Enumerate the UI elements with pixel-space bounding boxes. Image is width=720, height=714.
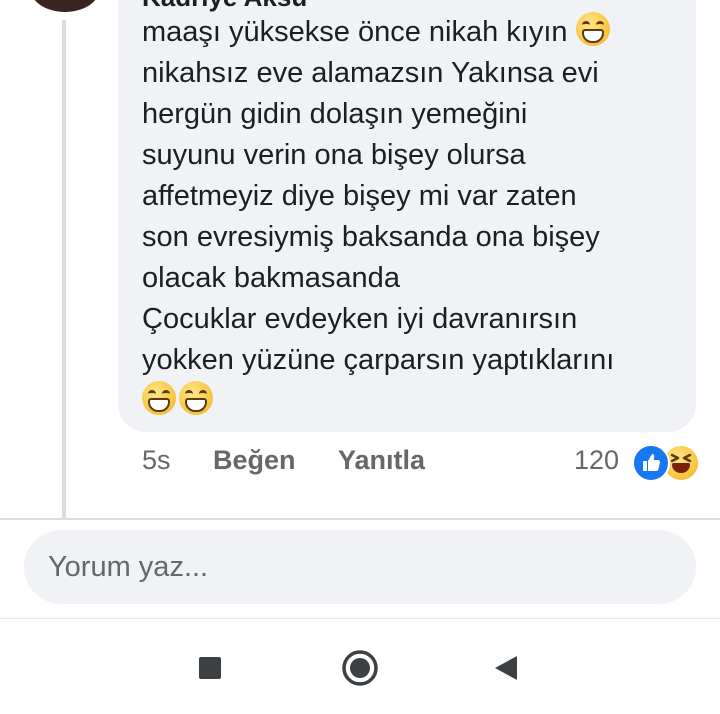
grinning-face-emoji-icon: [575, 12, 610, 46]
comment-screen: Kadriye Aksu maaşı yüksekse önce nikah k…: [0, 0, 720, 714]
comment-line: Çocuklar evdeyken iyi davranırsın: [142, 303, 578, 335]
comment-line: olacak bakmasanda: [142, 262, 400, 294]
comment-line: affetmeyiz diye bişey mi var zaten: [142, 180, 577, 212]
grinning-face-emoji-icon: [142, 381, 176, 415]
home-circle-icon[interactable]: [337, 645, 383, 691]
like-button[interactable]: Beğen: [213, 445, 296, 476]
like-reaction-icon[interactable]: [632, 444, 670, 482]
comment-line: yokken yüzüne çarparsın yaptıklarını: [142, 344, 615, 376]
comment-line: nikahsız eve alamazsın Yakınsa evi: [142, 57, 599, 89]
divider: [0, 518, 720, 520]
comment-input[interactable]: [24, 530, 696, 604]
comment-timestamp[interactable]: 5s: [142, 445, 171, 476]
recents-square-icon[interactable]: [187, 645, 233, 691]
grinning-face-emoji-icon: [179, 381, 213, 415]
comment-text: maaşı yüksekse önce nikah kıyın nikahsız…: [142, 12, 682, 422]
thread-line: [62, 20, 66, 518]
comment-line: maaşı yüksekse önce nikah kıyın: [142, 16, 568, 48]
comment-line: hergün gidin dolaşın yemeğini: [142, 98, 528, 130]
comment-line: son evresiymiş baksanda ona bişey: [142, 221, 600, 253]
back-triangle-icon[interactable]: [483, 645, 529, 691]
reply-button[interactable]: Yanıtla: [338, 445, 425, 476]
avatar[interactable]: [30, 0, 100, 12]
comment-line: suyunu verin ona bişey olursa: [142, 139, 526, 171]
system-nav-bar: [0, 619, 720, 714]
reaction-count[interactable]: 120: [574, 445, 619, 476]
